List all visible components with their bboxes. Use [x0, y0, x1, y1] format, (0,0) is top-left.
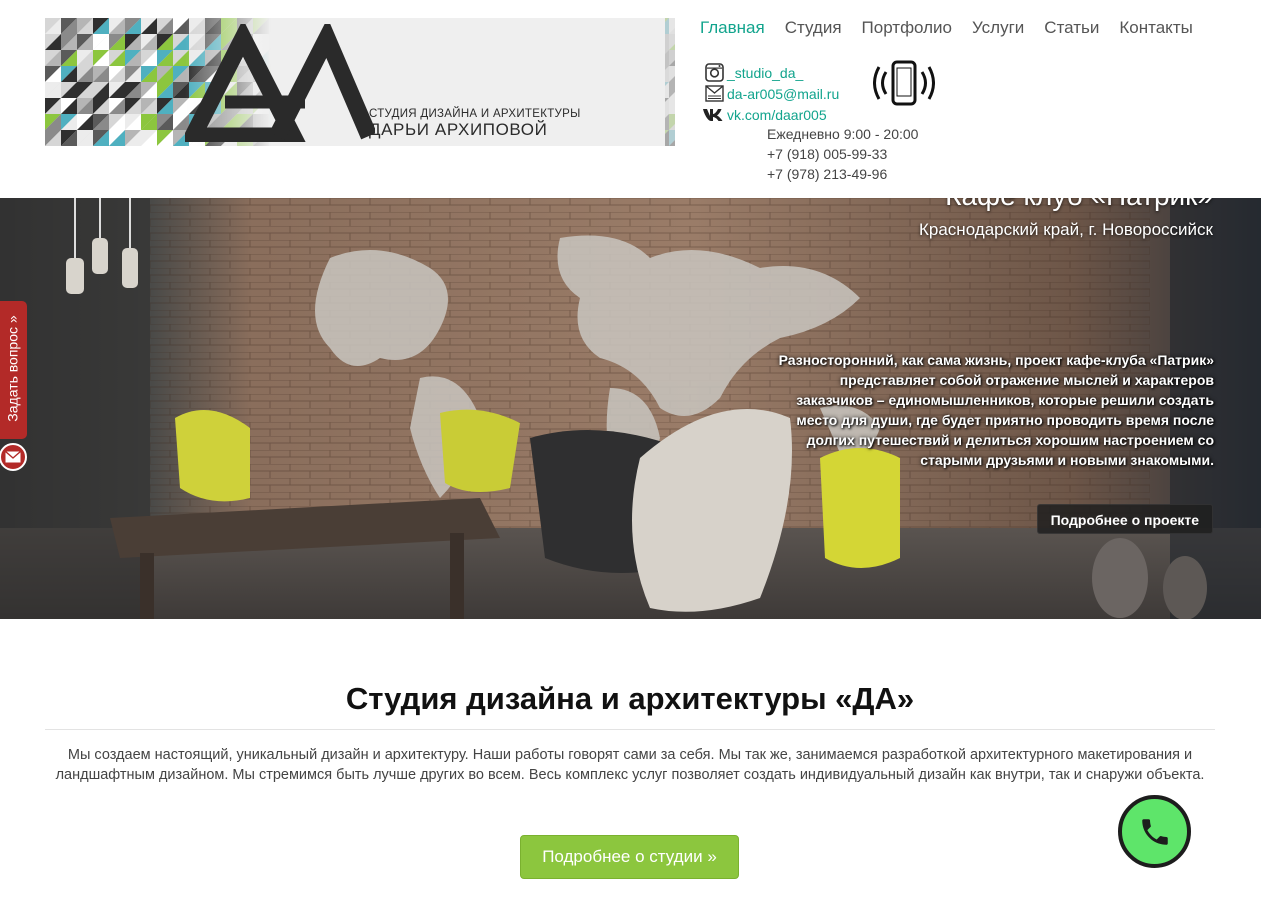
logo-mark [185, 24, 375, 142]
nav-item-portfolio[interactable]: Портфолио [852, 16, 962, 40]
hero-slider[interactable]: Кафе клуб «Патрик» Краснодарский край, г… [0, 198, 1261, 619]
logo[interactable]: СТУДИЯ ДИЗАЙНА И АРХИТЕКТУРЫ ДАРЬИ АРХИП… [45, 18, 675, 146]
studio-details-button[interactable]: Подробнее о студии » [520, 835, 739, 879]
callback-button[interactable] [1118, 795, 1191, 868]
main-nav: Главная Студия Портфолио Услуги Статьи К… [690, 16, 1203, 40]
nav-item-contacts[interactable]: Контакты [1109, 16, 1202, 40]
nav-item-studio[interactable]: Студия [775, 16, 852, 40]
ask-question-label: Задать вопрос » [4, 315, 21, 422]
phone-number-1[interactable]: +7 (918) 005-99-33 [767, 144, 918, 164]
work-hours: Ежедневно 9:00 - 20:00 [767, 126, 919, 142]
contacts-block: _studio_da_ da-ar005@mail.ru vk.com/daar… [703, 62, 839, 125]
about-title: Студия дизайна и архитектуры «ДА» [345, 681, 915, 716]
nav-item-services[interactable]: Услуги [962, 16, 1034, 40]
logo-name: ДАРЬИ АРХИПОВОЙ [369, 120, 548, 139]
mail-icon [703, 84, 725, 103]
hero-title: Кафе клуб «Патрик» [945, 198, 1213, 212]
divider [45, 729, 1215, 730]
handset-icon [1141, 818, 1168, 845]
vk-link[interactable]: vk.com/daar005 [727, 107, 827, 123]
ask-question-tab[interactable]: Задать вопрос » [0, 301, 27, 439]
email-row: da-ar005@mail.ru [703, 83, 839, 104]
about-text: Мы создаем настоящий, уникальный дизайн … [55, 747, 1205, 783]
hero-description: Разносторонний, как сама жизнь, проект к… [778, 352, 1214, 468]
hero-location: Краснодарский край, г. Новороссийск [919, 220, 1213, 239]
vk-row: vk.com/daar005 [703, 104, 839, 125]
vk-icon [703, 105, 725, 124]
instagram-row: _studio_da_ [703, 62, 839, 83]
envelope-icon[interactable] [0, 443, 27, 471]
instagram-link[interactable]: _studio_da_ [727, 65, 803, 81]
nav-item-articles[interactable]: Статьи [1034, 16, 1109, 40]
work-hours-phones: Ежедневно 9:00 - 20:00 +7 (918) 005-99-3… [767, 124, 918, 184]
phone-number-2[interactable]: +7 (978) 213-49-96 [767, 164, 918, 184]
phone-ringing-icon [873, 60, 935, 106]
logo-subtitle: СТУДИЯ ДИЗАЙНА И АРХИТЕКТУРЫ [369, 108, 581, 120]
project-details-button[interactable]: Подробнее о проекте [1036, 504, 1213, 534]
nav-item-main[interactable]: Главная [690, 16, 775, 40]
page: СТУДИЯ ДИЗАЙНА И АРХИТЕКТУРЫ ДАРЬИ АРХИП… [0, 0, 1261, 915]
instagram-icon [703, 63, 725, 82]
email-link[interactable]: da-ar005@mail.ru [727, 86, 839, 102]
